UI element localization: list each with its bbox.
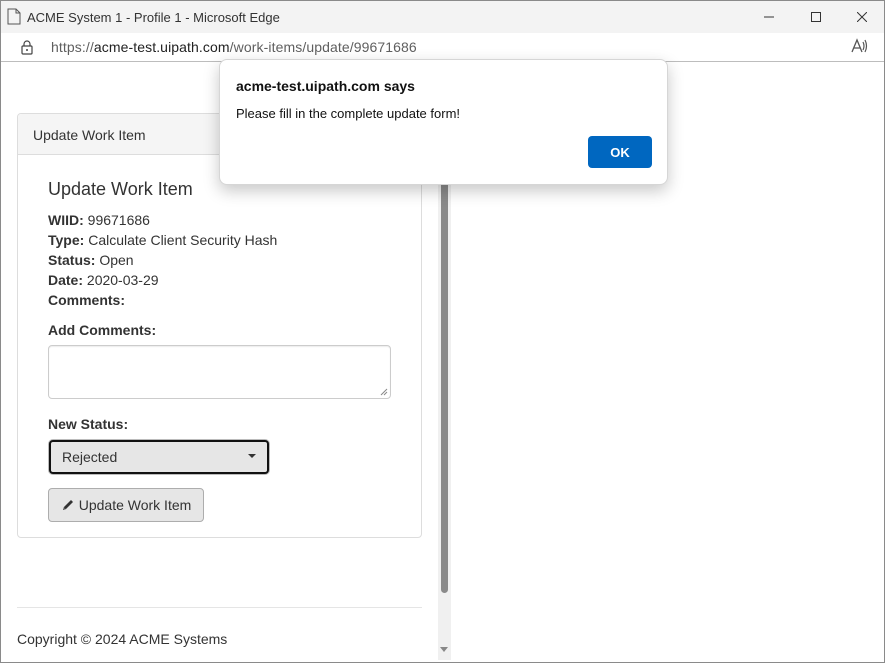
url-text[interactable]: https://acme-test.uipath.com/work-items/… <box>51 39 417 55</box>
scrollbar-thumb[interactable] <box>441 176 448 593</box>
status-label: Status: <box>48 252 96 268</box>
alert-dialog: acme-test.uipath.com says Please fill in… <box>219 59 668 185</box>
new-status-selected: Rejected <box>62 449 118 465</box>
type-value: Calculate Client Security Hash <box>88 232 278 248</box>
alert-dialog-message: Please fill in the complete update form! <box>236 106 461 121</box>
update-work-item-button[interactable]: Update Work Item <box>48 488 204 522</box>
address-bar[interactable]: https://acme-test.uipath.com/work-items/… <box>1 33 884 62</box>
scroll-down-arrow-icon[interactable] <box>440 647 448 652</box>
update-work-item-label: Update Work Item <box>78 497 192 513</box>
url-host: acme-test.uipath.com <box>93 39 230 55</box>
comments-label: Comments: <box>48 292 126 308</box>
maximize-button[interactable] <box>793 1 839 33</box>
wiid-row: WIID: 99671686 <box>48 212 150 228</box>
close-icon <box>857 12 867 22</box>
new-status-label: New Status: <box>48 416 129 432</box>
close-button[interactable] <box>839 1 884 33</box>
type-row: Type: Calculate Client Security Hash <box>48 232 277 248</box>
read-aloud-button[interactable] <box>851 38 869 57</box>
date-label: Date: <box>48 272 84 288</box>
caret-down-icon <box>248 454 256 458</box>
window-title: ACME System 1 - Profile 1 - Microsoft Ed… <box>27 10 280 25</box>
new-status-select[interactable]: Rejected <box>49 440 269 474</box>
url-prefix: https:// <box>51 39 94 55</box>
pencil-icon <box>62 500 73 510</box>
minimize-icon <box>764 16 774 18</box>
lock-icon[interactable] <box>20 39 34 55</box>
title-bar: ACME System 1 - Profile 1 - Microsoft Ed… <box>1 1 884 33</box>
scrollbar[interactable] <box>438 114 451 660</box>
add-comments-textarea[interactable] <box>48 345 391 399</box>
add-comments-label: Add Comments: <box>48 322 157 338</box>
form-title: Update Work Item <box>48 179 193 199</box>
status-value: Open <box>99 252 134 268</box>
wiid-label: WIID: <box>48 212 84 228</box>
read-aloud-icon <box>851 38 868 53</box>
resize-grip-icon[interactable] <box>380 388 388 396</box>
date-row: Date: 2020-03-29 <box>48 272 159 288</box>
url-path: /work-items/update/99671686 <box>229 39 417 55</box>
date-value: 2020-03-29 <box>86 272 159 288</box>
page-icon <box>7 8 21 25</box>
panel-heading-text: Update Work Item <box>33 127 146 143</box>
footer-copyright: Copyright © 2024 ACME Systems <box>17 631 228 647</box>
wiid-value: 99671686 <box>87 212 150 228</box>
comments-row: Comments: <box>48 292 125 308</box>
status-row: Status: Open <box>48 252 134 268</box>
ok-button[interactable]: OK <box>588 136 652 168</box>
minimize-button[interactable] <box>746 1 792 33</box>
maximize-icon <box>811 12 821 22</box>
browser-window: ACME System 1 - Profile 1 - Microsoft Ed… <box>0 0 885 663</box>
alert-dialog-title: acme-test.uipath.com says <box>236 78 415 94</box>
type-label: Type: <box>48 232 85 248</box>
footer-divider <box>17 607 422 608</box>
